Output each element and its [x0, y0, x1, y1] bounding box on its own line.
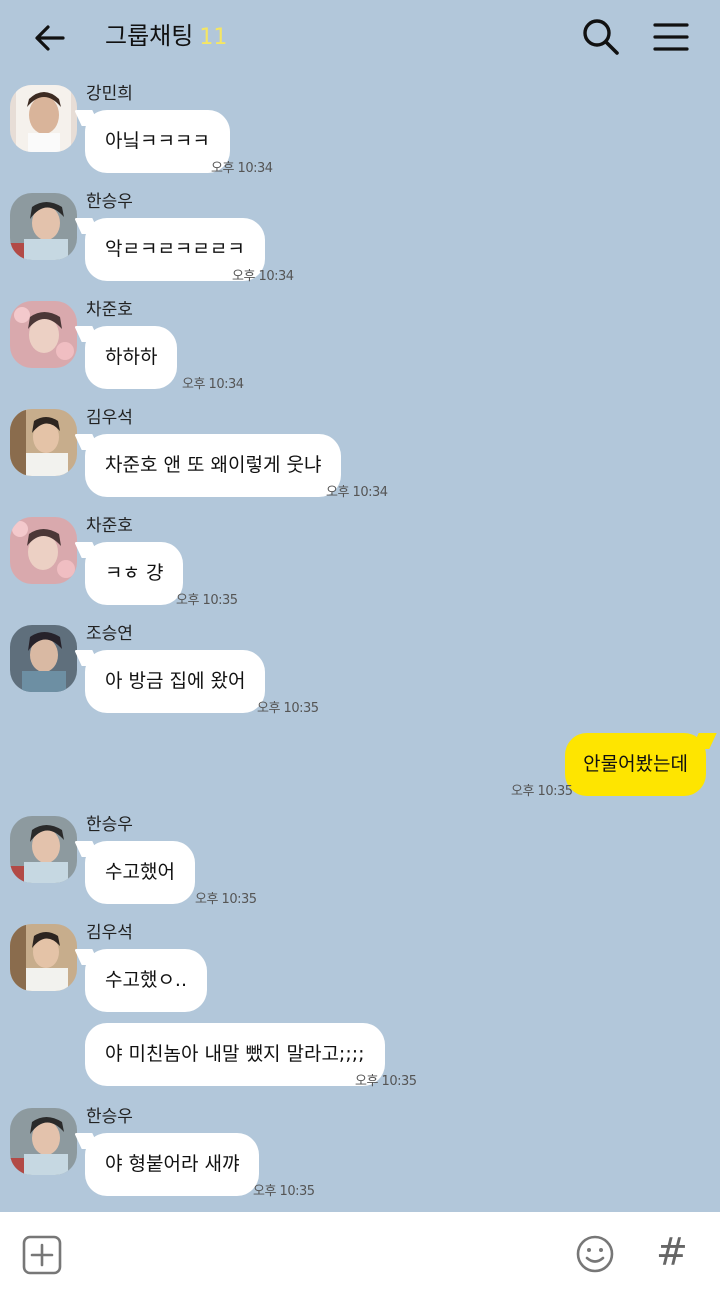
chat-header: 그룹채팅 11	[0, 0, 720, 76]
message-bubble[interactable]: 야 형붙어라 새꺄	[85, 1133, 260, 1196]
sender-name: 조승연	[86, 624, 133, 644]
message-time: 오후 10:35	[253, 1184, 315, 1199]
sender-name: 한승우	[86, 815, 133, 835]
sender-name: 차준호	[86, 516, 133, 536]
message-time: 오후 10:35	[195, 892, 257, 907]
avatar[interactable]	[10, 193, 77, 260]
sender-name: 강민희	[86, 84, 133, 104]
message-time: 오후 10:35	[257, 701, 319, 716]
arrow-left-icon[interactable]	[30, 18, 70, 58]
message-bubble[interactable]: 야 미친놈아 내말 뺐지 말라고;;;;	[85, 1023, 385, 1086]
avatar[interactable]	[10, 85, 77, 152]
member-count: 11	[199, 25, 228, 50]
avatar[interactable]	[10, 625, 77, 692]
chat-title: 그룹채팅 11	[105, 18, 227, 56]
message-bubble[interactable]: 수고했ㅇ..	[85, 949, 207, 1012]
avatar[interactable]	[10, 924, 77, 991]
smiley-icon[interactable]	[575, 1234, 615, 1274]
message-time: 오후 10:35	[176, 593, 238, 608]
avatar[interactable]	[10, 816, 77, 883]
message-bubble[interactable]: 수고했어	[85, 841, 195, 904]
chat-title-text: 그룹채팅	[105, 22, 194, 50]
sender-name: 김우석	[86, 923, 133, 943]
message-time: 오후 10:34	[211, 161, 273, 176]
message-time: 오후 10:34	[326, 485, 388, 500]
avatar[interactable]	[10, 301, 77, 368]
message-time: 오후 10:34	[182, 377, 244, 392]
message-bubble[interactable]: 아닠ㅋㅋㅋㅋ	[85, 110, 230, 173]
message-bubble[interactable]: 하하하	[85, 326, 178, 389]
my-message-time: 오후 10:35	[511, 784, 573, 799]
sender-name: 김우석	[86, 408, 133, 428]
search-icon[interactable]	[580, 16, 622, 58]
message-bubble[interactable]: ㅋㅎ 걍	[85, 542, 184, 605]
message-time: 오후 10:34	[232, 269, 294, 284]
message-input-bar[interactable]: #	[0, 1212, 720, 1296]
avatar[interactable]	[10, 1108, 77, 1175]
plus-square-icon[interactable]	[22, 1235, 62, 1275]
sender-name: 한승우	[86, 1107, 133, 1127]
my-message-bubble[interactable]: 안물어봤는데	[565, 733, 706, 796]
message-bubble[interactable]: 아 방금 집에 왔어	[85, 650, 266, 713]
hashtag-icon[interactable]: #	[656, 1228, 688, 1276]
avatar[interactable]	[10, 409, 77, 476]
message-bubble[interactable]: 차준호 앤 또 왜이렇게 웃냐	[85, 434, 342, 497]
message-time: 오후 10:35	[355, 1074, 417, 1089]
hamburger-menu-icon[interactable]	[652, 18, 690, 56]
sender-name: 차준호	[86, 300, 133, 320]
sender-name: 한승우	[86, 192, 133, 212]
avatar[interactable]	[10, 517, 77, 584]
